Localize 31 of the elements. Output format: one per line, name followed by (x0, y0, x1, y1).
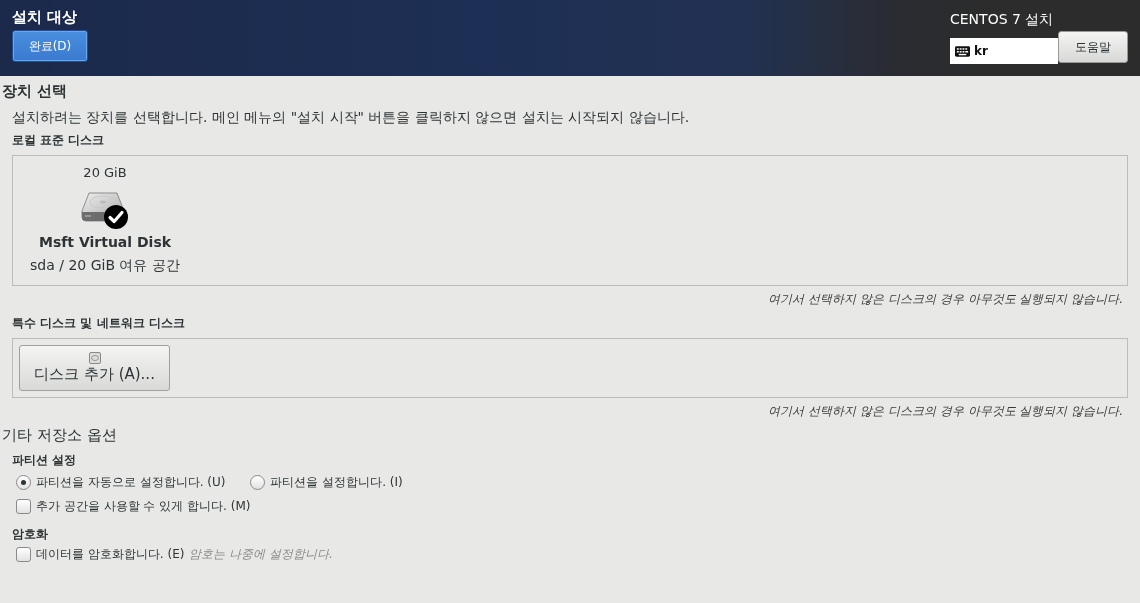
subsection-heading: 암호화 (12, 527, 48, 542)
checkbox[interactable] (16, 498, 31, 514)
disk-name: Msft Virtual Disk (38, 233, 172, 251)
disk-icon (88, 352, 101, 364)
product-title: CENTOS 7 설치 (950, 10, 1055, 28)
section-heading: 장치 선택 (2, 82, 68, 100)
checkbox[interactable] (16, 546, 31, 562)
help-button[interactable]: 도움말 (1058, 31, 1128, 63)
add-disk-button[interactable]: 디스크 추가 (A)... (19, 345, 170, 391)
description-text: 설치하려는 장치를 선택합니다. 메인 메뉴의 "설치 시작" 버튼을 클릭하지 않으면 설치는 시작되지 않습니다. (12, 108, 690, 126)
radio-button[interactable] (16, 474, 31, 490)
radio-button[interactable] (250, 474, 266, 490)
subsection-heading: 특수 디스크 및 네트워크 디스크 (12, 316, 185, 331)
check-badge-icon (104, 205, 128, 229)
section-heading: 기타 저장소 옵션 (2, 426, 117, 444)
subsection-heading: 로컬 표준 디스크 (12, 133, 105, 148)
note-text: 여기서 선택하지 않은 디스크의 경우 아무것도 실행되지 않습니다. (768, 292, 1123, 307)
radio-option[interactable]: 파티션을 자동으로 설정합니다. (U) (16, 474, 226, 490)
disk-tile[interactable]: 20 GiB Msft Virtual Disk sda / 20 GiB 여유 공간 (25, 162, 185, 285)
disk-detail: sda / 20 GiB 여유 공간 (30, 256, 180, 274)
hint-text: 암호는 나중에 설정합니다. (189, 546, 333, 562)
done-button[interactable]: 완료(D) (12, 30, 88, 62)
disk-size: 20 GiB (83, 164, 127, 181)
screen-title: 설치 대상 (12, 8, 78, 26)
keyboard-icon (955, 45, 970, 57)
radio-option[interactable]: 파티션을 설정합니다. (I) (250, 474, 403, 490)
checkbox-option[interactable]: 데이터를 암호화합니다. (E) (16, 546, 185, 562)
checkbox-option[interactable]: 추가 공간을 사용할 수 있게 합니다. (M) (16, 498, 251, 514)
note-text: 여기서 선택하지 않은 디스크의 경우 아무것도 실행되지 않습니다. (768, 404, 1123, 419)
keyboard-layout-field[interactable]: kr (950, 38, 1058, 64)
subsection-heading: 파티션 설정 (12, 453, 77, 468)
